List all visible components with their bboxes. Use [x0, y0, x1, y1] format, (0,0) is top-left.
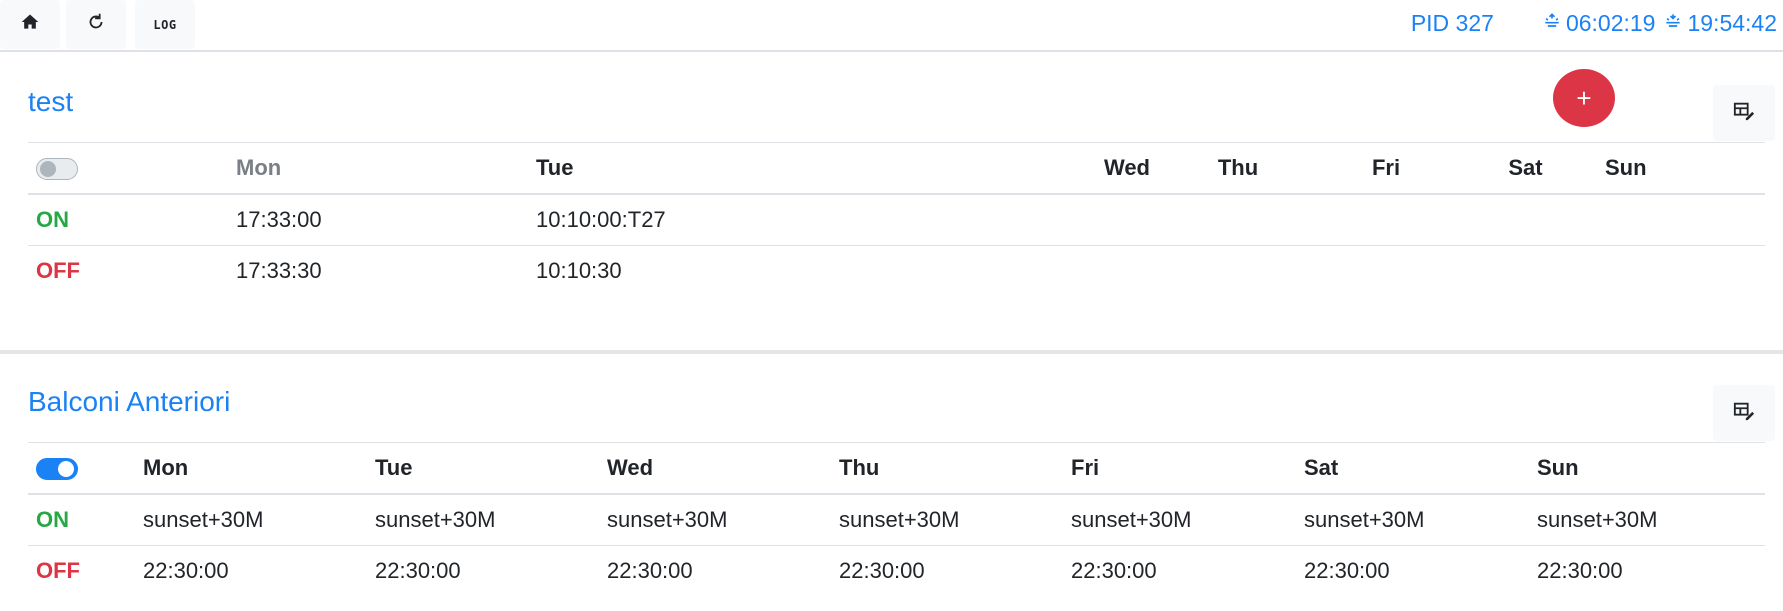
- day-header: Wed: [599, 442, 831, 495]
- day-header: Sun: [1597, 142, 1765, 195]
- sunrise: 06:02:19: [1542, 10, 1656, 37]
- on-time-cell: sunset+30M: [367, 494, 599, 546]
- on-time-cell: sunset+30M: [831, 494, 1063, 546]
- refresh-icon: [85, 11, 107, 38]
- sunset-icon: [1663, 10, 1683, 37]
- status-area: PID 327 06:02:19 19:54:42: [1411, 10, 1777, 37]
- add-button[interactable]: +: [1553, 69, 1615, 127]
- off-time-cell: 17:33:30: [236, 258, 322, 283]
- day-header: Sat: [1446, 142, 1597, 195]
- on-label: ON: [28, 494, 135, 546]
- edit-table-button[interactable]: [1713, 85, 1775, 141]
- on-label: ON: [28, 194, 228, 246]
- day-header: Mon: [135, 442, 367, 495]
- card-title: Balconi Anteriori: [28, 386, 231, 417]
- off-time-cell: [958, 246, 1150, 297]
- on-time-cell: sunset+30M: [1296, 494, 1529, 546]
- on-time-cell: [1446, 194, 1597, 246]
- day-header: Thu: [1150, 142, 1318, 195]
- day-header: Wed: [958, 142, 1150, 195]
- home-icon: [20, 12, 40, 37]
- off-time-cell: 22:30:00: [143, 558, 229, 583]
- edit-table-icon: [1733, 400, 1755, 427]
- day-header: Fri: [1063, 442, 1296, 495]
- on-time-cell: sunset+30M: [135, 494, 367, 546]
- off-time-cell: 22:30:00: [1071, 558, 1157, 583]
- home-button[interactable]: [0, 0, 60, 49]
- day-header: Thu: [831, 442, 1063, 495]
- sunset: 19:54:42: [1663, 10, 1777, 37]
- day-header: Sat: [1296, 442, 1529, 495]
- on-time-cell: [1150, 194, 1318, 246]
- log-button[interactable]: LOG: [135, 0, 195, 49]
- refresh-button[interactable]: [66, 0, 126, 49]
- off-time-cell: [1446, 246, 1597, 297]
- day-header: Sun: [1529, 442, 1765, 495]
- sunrise-icon: [1542, 10, 1562, 37]
- pid-value: PID 327: [1410, 10, 1494, 36]
- table-row: ON sunset+30M sunset+30M sunset+30M suns…: [28, 494, 1765, 546]
- table-row: ON 17:33:00 10:10:00:T27: [28, 194, 1765, 246]
- table-row: OFF 17:33:30 10:10:30: [28, 246, 1765, 297]
- day-header: Mon: [228, 142, 528, 195]
- enable-toggle-cell: [28, 442, 135, 495]
- on-time-cell: 10:10:00:T27: [528, 194, 958, 246]
- table-header-row: Mon Tue Wed Thu Fri Sat Sun: [28, 142, 1765, 195]
- enable-toggle[interactable]: [36, 158, 78, 181]
- off-time-cell: [1150, 246, 1318, 297]
- schedule-table: Mon Tue Wed Thu Fri Sat Sun ON 17:33:00 …: [28, 142, 1765, 296]
- on-time-cell: sunset+30M: [599, 494, 831, 546]
- on-time-cell: [958, 194, 1150, 246]
- off-time-cell: [1318, 246, 1446, 297]
- table-header-row: Mon Tue Wed Thu Fri Sat Sun: [28, 442, 1765, 495]
- off-time-cell: 22:30:00: [1537, 558, 1623, 583]
- enable-toggle-cell: [28, 142, 228, 195]
- on-time-cell: [1597, 194, 1765, 246]
- on-time-cell: sunset+30M: [1529, 494, 1765, 546]
- day-header: Tue: [367, 442, 599, 495]
- off-time-cell: 22:30:00: [839, 558, 925, 583]
- off-time-cell: 22:30:00: [1304, 558, 1390, 583]
- card-title: test: [28, 86, 74, 117]
- off-time-cell: 22:30:00: [375, 558, 461, 583]
- section-divider: [0, 350, 1783, 354]
- on-time-cell: 17:33:00: [228, 194, 528, 246]
- off-time-cell: [1597, 246, 1765, 297]
- schedule-table: Mon Tue Wed Thu Fri Sat Sun ON sunset+30…: [28, 442, 1765, 596]
- plus-icon: +: [1576, 82, 1592, 113]
- off-label: OFF: [36, 558, 80, 583]
- on-time-cell: sunset+30M: [1063, 494, 1296, 546]
- sunrise-time: 06:02:19: [1565, 10, 1656, 36]
- off-time-cell: 22:30:00: [607, 558, 693, 583]
- on-time-cell: [1318, 194, 1446, 246]
- day-header: Fri: [1318, 142, 1446, 195]
- edit-table-icon: [1733, 100, 1755, 127]
- sunset-time: 19:54:42: [1687, 10, 1777, 36]
- edit-table-button[interactable]: [1713, 385, 1775, 441]
- enable-toggle[interactable]: [36, 458, 78, 481]
- day-header: Tue: [528, 142, 958, 195]
- table-row: OFF 22:30:00 22:30:00 22:30:00 22:30:00 …: [28, 546, 1765, 597]
- log-label: LOG: [153, 17, 177, 32]
- top-bar: LOG PID 327 06:02:19 19:54:42: [0, 0, 1783, 52]
- off-label: OFF: [36, 258, 80, 283]
- off-time-cell: 10:10:30: [536, 258, 622, 283]
